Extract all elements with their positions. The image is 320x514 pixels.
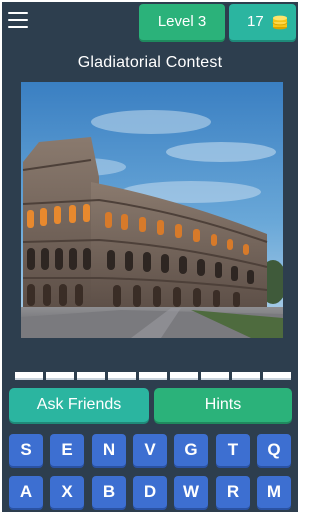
hamburger-menu-icon[interactable] <box>8 12 28 30</box>
letter-key[interactable]: W <box>174 476 208 508</box>
answer-slot[interactable] <box>77 372 105 380</box>
letter-key[interactable]: Q <box>257 434 291 466</box>
coins-count: 17 <box>247 13 264 30</box>
letter-key[interactable]: N <box>92 434 126 466</box>
puzzle-image-colosseum <box>21 82 283 338</box>
letter-key[interactable]: G <box>174 434 208 466</box>
answer-slot[interactable] <box>232 372 260 380</box>
answer-slot[interactable] <box>170 372 198 380</box>
answer-slot[interactable] <box>263 372 291 380</box>
answer-slot[interactable] <box>15 372 43 380</box>
letter-key[interactable]: D <box>133 476 167 508</box>
puzzle-title: Gladiatorial Contest <box>77 54 223 71</box>
letter-key[interactable]: V <box>133 434 167 466</box>
answer-slot[interactable] <box>46 372 74 380</box>
letter-key[interactable]: R <box>216 476 250 508</box>
letter-key[interactable]: B <box>92 476 126 508</box>
answer-slot[interactable] <box>201 372 229 380</box>
answer-slot[interactable] <box>108 372 136 380</box>
letter-key[interactable]: T <box>216 434 250 466</box>
letter-key[interactable]: A <box>9 476 43 508</box>
colosseum-illustration <box>21 82 283 338</box>
letter-key[interactable]: E <box>50 434 84 466</box>
letter-key[interactable]: S <box>9 434 43 466</box>
answer-slots <box>15 372 291 380</box>
ask-friends-button[interactable]: Ask Friends <box>9 388 149 422</box>
letter-key[interactable]: X <box>50 476 84 508</box>
game-screen: Level 3 17 Gladiatorial Contest Ask Frie… <box>2 2 298 512</box>
hints-button[interactable]: Hints <box>154 388 292 422</box>
letter-key[interactable]: M <box>257 476 291 508</box>
coin-stack-icon <box>272 15 288 30</box>
level-badge: Level 3 <box>139 4 225 40</box>
coins-button[interactable]: 17 <box>229 4 296 40</box>
answer-slot[interactable] <box>139 372 167 380</box>
